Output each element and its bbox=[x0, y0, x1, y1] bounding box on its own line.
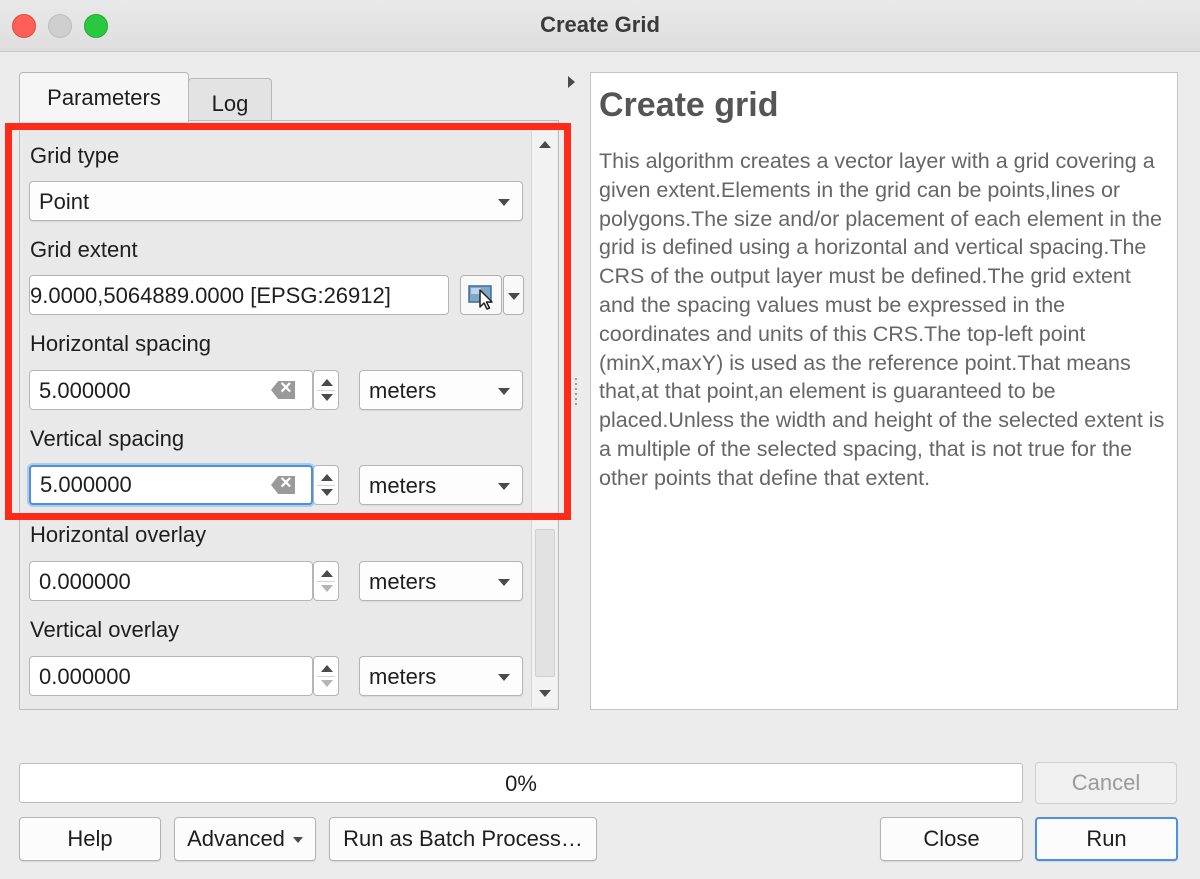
grid-type-value: Point bbox=[39, 189, 90, 214]
chevron-down-icon bbox=[292, 837, 303, 844]
vertical-spacing-unit: meters bbox=[369, 473, 437, 498]
help-button[interactable]: Help bbox=[19, 817, 161, 861]
run-button[interactable]: Run bbox=[1035, 817, 1178, 861]
horizontal-spacing-stepper[interactable] bbox=[313, 370, 339, 410]
stepper-up-icon[interactable] bbox=[321, 570, 333, 577]
grid-extent-input[interactable]: 9.0000,5064889.0000 [EPSG:26912] bbox=[29, 275, 449, 315]
horizontal-overlay-unit-select[interactable]: meters bbox=[359, 561, 523, 601]
vertical-overlay-unit: meters bbox=[369, 664, 437, 689]
chevron-down-icon bbox=[498, 483, 510, 490]
scroll-down-icon[interactable] bbox=[539, 690, 551, 697]
chevron-down-icon bbox=[508, 293, 520, 300]
advanced-label: Advanced bbox=[187, 826, 285, 851]
vertical-overlay-label: Vertical overlay bbox=[30, 617, 180, 642]
window-title: Create Grid bbox=[540, 12, 660, 37]
extent-options-dropdown[interactable] bbox=[503, 275, 524, 315]
vertical-overlay-unit-select[interactable]: meters bbox=[359, 656, 523, 696]
horizontal-overlay-label: Horizontal overlay bbox=[30, 522, 207, 547]
vertical-overlay-input[interactable]: 0.000000 bbox=[29, 656, 313, 696]
scroll-up-icon[interactable] bbox=[539, 141, 551, 148]
splitter-handle[interactable] bbox=[575, 378, 577, 408]
advanced-button[interactable]: Advanced bbox=[174, 817, 316, 861]
map-cursor-icon bbox=[468, 285, 493, 310]
stepper-up-icon[interactable] bbox=[321, 474, 333, 481]
stepper-down-icon[interactable] bbox=[321, 585, 333, 592]
tab-parameters[interactable]: Parameters bbox=[19, 72, 189, 122]
run-as-batch-button[interactable]: Run as Batch Process… bbox=[329, 817, 597, 861]
horizontal-overlay-unit: meters bbox=[369, 569, 437, 594]
vertical-spacing-unit-select[interactable]: meters bbox=[359, 465, 523, 505]
horizontal-spacing-label: Horizontal spacing bbox=[30, 331, 211, 356]
tab-log[interactable]: Log bbox=[188, 78, 272, 124]
horizontal-overlay-input[interactable]: 0.000000 bbox=[29, 561, 313, 601]
create-grid-dialog: Create Grid Log Parameters Grid type Poi… bbox=[0, 0, 1200, 879]
horizontal-spacing-unit-select[interactable]: meters bbox=[359, 370, 523, 410]
chevron-down-icon bbox=[498, 579, 510, 586]
cancel-button[interactable]: Cancel bbox=[1035, 762, 1177, 804]
extent-select-on-canvas-button[interactable] bbox=[460, 275, 502, 315]
horizontal-spacing-unit: meters bbox=[369, 378, 437, 403]
parameters-scrollbar[interactable] bbox=[531, 131, 557, 707]
vertical-spacing-stepper[interactable] bbox=[313, 465, 339, 505]
scroll-thumb[interactable] bbox=[535, 529, 555, 677]
horizontal-overlay-stepper[interactable] bbox=[313, 561, 339, 601]
help-body: This algorithm creates a vector layer wi… bbox=[599, 149, 1165, 490]
progress-bar: 0% bbox=[19, 763, 1023, 803]
vertical-overlay-value: 0.000000 bbox=[39, 664, 131, 689]
stepper-down-icon[interactable] bbox=[321, 680, 333, 687]
chevron-down-icon bbox=[498, 199, 510, 206]
stepper-up-icon[interactable] bbox=[321, 665, 333, 672]
help-panel: Create grid This algorithm creates a vec… bbox=[590, 72, 1178, 710]
grid-extent-value: 9.0000,5064889.0000 [EPSG:26912] bbox=[30, 283, 391, 308]
stepper-up-icon[interactable] bbox=[321, 379, 333, 386]
vertical-overlay-stepper[interactable] bbox=[313, 656, 339, 696]
vertical-spacing-label: Vertical spacing bbox=[30, 426, 185, 451]
chevron-down-icon bbox=[498, 388, 510, 395]
horizontal-spacing-value: 5.000000 bbox=[39, 378, 131, 403]
grid-extent-label: Grid extent bbox=[30, 237, 138, 262]
grid-type-select[interactable]: Point bbox=[29, 181, 523, 221]
stepper-down-icon[interactable] bbox=[321, 394, 333, 401]
collapse-help-arrow-icon[interactable] bbox=[568, 76, 575, 88]
grid-type-label: Grid type bbox=[30, 143, 120, 168]
help-title: Create grid bbox=[599, 86, 779, 124]
close-button[interactable]: Close bbox=[880, 817, 1023, 861]
chevron-down-icon bbox=[498, 674, 510, 681]
progress-label: 0% bbox=[505, 771, 537, 796]
vertical-spacing-value: 5.000000 bbox=[40, 472, 132, 497]
vertical-spacing-input[interactable]: 5.000000 bbox=[29, 465, 313, 505]
horizontal-overlay-value: 0.000000 bbox=[39, 569, 131, 594]
horizontal-spacing-input[interactable]: 5.000000 bbox=[29, 370, 313, 410]
stepper-down-icon[interactable] bbox=[321, 489, 333, 496]
title-bar: Create Grid bbox=[0, 0, 1200, 52]
